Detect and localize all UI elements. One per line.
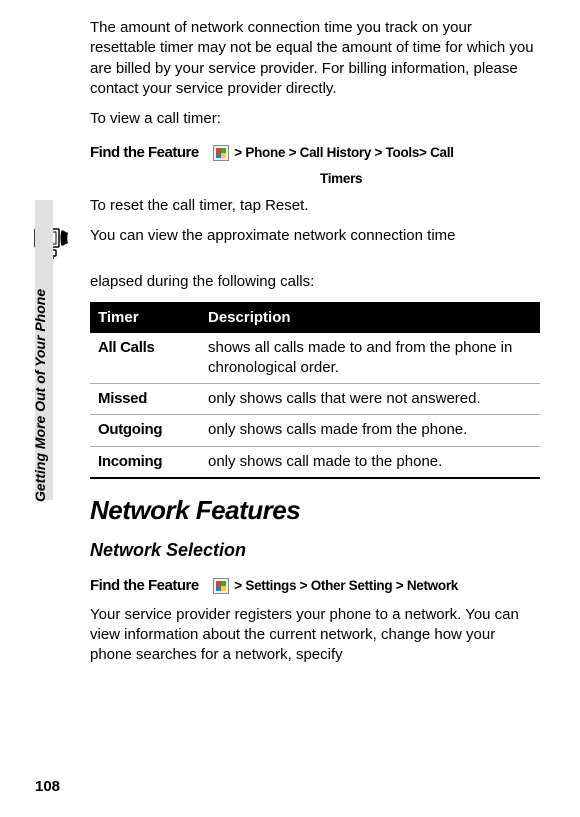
table-row: All Calls shows all calls made to and fr… — [90, 333, 540, 384]
path-sep: > — [231, 578, 246, 593]
call-timer-table: Timer Description All Calls shows all ca… — [90, 302, 540, 479]
sub-heading-network-selection: Network Selection — [90, 538, 540, 562]
body-paragraph: To reset the call timer, tap Reset. — [90, 196, 540, 216]
timer-label: Incoming — [90, 446, 200, 478]
path-segment: Network — [407, 578, 458, 593]
table-row: Incoming only shows call made to the pho… — [90, 446, 540, 478]
page-number: 108 — [35, 778, 60, 795]
body-paragraph: The amount of network connection time yo… — [90, 18, 540, 99]
feature-path-line: Find the Feature > Settings > Other Sett… — [90, 576, 540, 596]
timer-label: Outgoing — [90, 415, 200, 446]
sidebar-section-label: Getting More Out of Your Phone — [32, 289, 48, 502]
timer-description: only shows calls made from the phone. — [200, 415, 540, 446]
path-sep: > — [296, 578, 311, 593]
feature-path-line: Find the Feature > Phone > Call History … — [90, 143, 540, 163]
table-header-timer: Timer — [90, 303, 200, 332]
path-sep: > — [392, 578, 407, 593]
path-segment: Tools — [386, 145, 420, 160]
path-segment-continuation: Timers — [320, 170, 540, 188]
find-the-feature-label: Find the Feature — [90, 144, 199, 161]
timer-description: only shows calls that were not answered. — [200, 384, 540, 415]
path-sep: > — [419, 145, 430, 160]
path-segment: Call — [430, 145, 454, 160]
page-content: The amount of network connection time yo… — [0, 0, 580, 693]
section-heading-network-features: Network Features — [90, 493, 540, 528]
windows-start-icon — [213, 578, 229, 594]
timer-label: All Calls — [90, 333, 200, 384]
path-sep: > — [371, 145, 386, 160]
table-row: Missed only shows calls that were not an… — [90, 384, 540, 415]
timer-description: shows all calls made to and from the pho… — [200, 333, 540, 384]
body-paragraph: Your service provider registers your pho… — [90, 605, 540, 666]
body-paragraph: To view a call timer: — [90, 109, 540, 129]
path-sep: > — [231, 145, 246, 160]
body-paragraph: elapsed during the following calls: — [90, 272, 540, 292]
path-segment: Settings — [245, 578, 296, 593]
path-sep: > — [285, 145, 300, 160]
table-header-description: Description — [200, 303, 540, 332]
body-paragraph: You can view the approximate network con… — [90, 226, 456, 246]
table-row: Outgoing only shows calls made from the … — [90, 415, 540, 446]
windows-start-icon — [213, 145, 229, 161]
path-segment: Phone — [245, 145, 285, 160]
path-segment: Other Setting — [311, 578, 393, 593]
timer-label: Missed — [90, 384, 200, 415]
path-segment: Call History — [300, 145, 371, 160]
find-the-feature-label: Find the Feature — [90, 577, 199, 594]
timer-description: only shows call made to the phone. — [200, 446, 540, 478]
